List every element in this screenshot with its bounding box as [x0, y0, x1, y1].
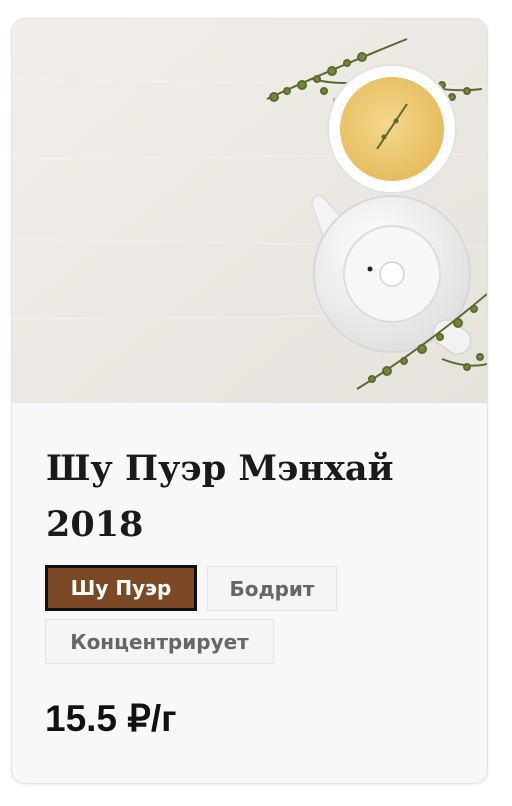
tag-koncentriruet[interactable]: Концентрирует	[45, 619, 274, 664]
product-price: 15.5 ₽/г	[45, 698, 177, 739]
tea-cup-illustration	[327, 64, 457, 194]
tag-shu-puer[interactable]: Шу Пуэр	[45, 565, 197, 611]
product-title: Шу Пуэр Мэнхай 2018	[46, 448, 394, 545]
product-card[interactable]: Шу Пуэр Мэнхай 2018 Шу Пуэр Бодрит Конце…	[11, 18, 488, 784]
product-photo	[12, 19, 487, 403]
tag-bodrit[interactable]: Бодрит	[207, 566, 337, 611]
